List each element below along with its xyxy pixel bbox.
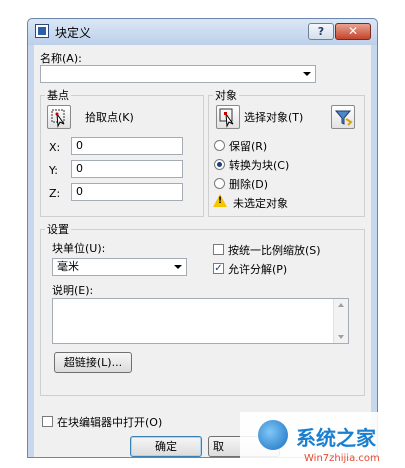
- ok-button[interactable]: 确定: [130, 436, 202, 457]
- dialog-title: 块定义: [55, 26, 92, 40]
- open-in-editor-label: 在块编辑器中打开(O): [57, 416, 163, 429]
- watermark-text: 系统之家: [296, 426, 376, 450]
- chevron-down-icon[interactable]: [174, 265, 182, 269]
- no-objects-warning: 未选定对象: [233, 197, 288, 210]
- scroll-down-icon[interactable]: [338, 335, 344, 339]
- hyperlink-button[interactable]: 超链接(L)...: [54, 352, 132, 373]
- convert-to-block-radio[interactable]: [214, 159, 225, 170]
- y-label: Y:: [49, 164, 58, 177]
- description-textarea[interactable]: [52, 298, 349, 344]
- name-label: 名称(A):: [40, 52, 82, 65]
- warning-icon: !: [213, 194, 227, 207]
- block-definition-dialog: 块定义 ? ✕ 名称(A): 基点 拾取点(K) X: 0 Y: 0 Z: 0 …: [27, 18, 378, 458]
- allow-explode-checkbox[interactable]: ✓: [213, 263, 224, 274]
- scale-uniformly-checkbox[interactable]: [213, 244, 224, 255]
- name-value: [41, 67, 45, 80]
- select-objects-icon: [219, 108, 234, 128]
- watermark-url: Win7zhijia.com: [304, 453, 380, 464]
- pick-point-label: 拾取点(K): [85, 111, 134, 124]
- settings-legend: 设置: [47, 223, 69, 236]
- y-input[interactable]: 0: [71, 160, 183, 178]
- block-unit-label: 块单位(U):: [52, 242, 106, 255]
- delete-label: 删除(D): [229, 178, 269, 191]
- convert-to-block-label: 转换为块(C): [229, 159, 290, 172]
- x-label: X:: [49, 141, 61, 154]
- watermark-logo-icon: [258, 420, 288, 450]
- select-objects-button[interactable]: [216, 105, 240, 129]
- objects-legend: 对象: [215, 89, 237, 102]
- quick-select-icon: [334, 110, 353, 126]
- description-scrollbar[interactable]: [333, 299, 348, 343]
- description-label: 说明(E):: [52, 284, 94, 297]
- help-button[interactable]: ?: [308, 23, 334, 40]
- z-label: Z:: [49, 187, 61, 200]
- close-button[interactable]: ✕: [335, 23, 371, 40]
- delete-radio[interactable]: [214, 178, 225, 189]
- dialog-client-area: 名称(A): 基点 拾取点(K) X: 0 Y: 0 Z: 0 对象 选择对象(…: [34, 45, 371, 457]
- base-point-legend: 基点: [47, 89, 69, 102]
- z-input[interactable]: 0: [71, 183, 183, 201]
- allow-explode-label: 允许分解(P): [228, 263, 288, 276]
- block-unit-value: 毫米: [57, 260, 79, 273]
- block-unit-combo[interactable]: 毫米: [52, 258, 187, 276]
- title-bar: 块定义 ? ✕: [28, 19, 377, 45]
- name-combo[interactable]: [40, 65, 316, 83]
- select-objects-label: 选择对象(T): [244, 111, 304, 124]
- watermark: 系统之家 Win7zhijia.com: [240, 412, 405, 468]
- scale-uniformly-label: 按统一比例缩放(S): [228, 244, 321, 257]
- app-icon: [35, 24, 49, 38]
- quick-select-button[interactable]: [331, 105, 355, 129]
- pick-point-button[interactable]: [47, 105, 71, 129]
- open-in-editor-checkbox[interactable]: [42, 416, 53, 427]
- chevron-down-icon[interactable]: [303, 72, 311, 76]
- scroll-up-icon[interactable]: [338, 303, 344, 307]
- retain-label: 保留(R): [229, 140, 268, 153]
- x-input[interactable]: 0: [71, 137, 183, 155]
- retain-radio[interactable]: [214, 140, 225, 151]
- pick-point-icon: [51, 109, 65, 128]
